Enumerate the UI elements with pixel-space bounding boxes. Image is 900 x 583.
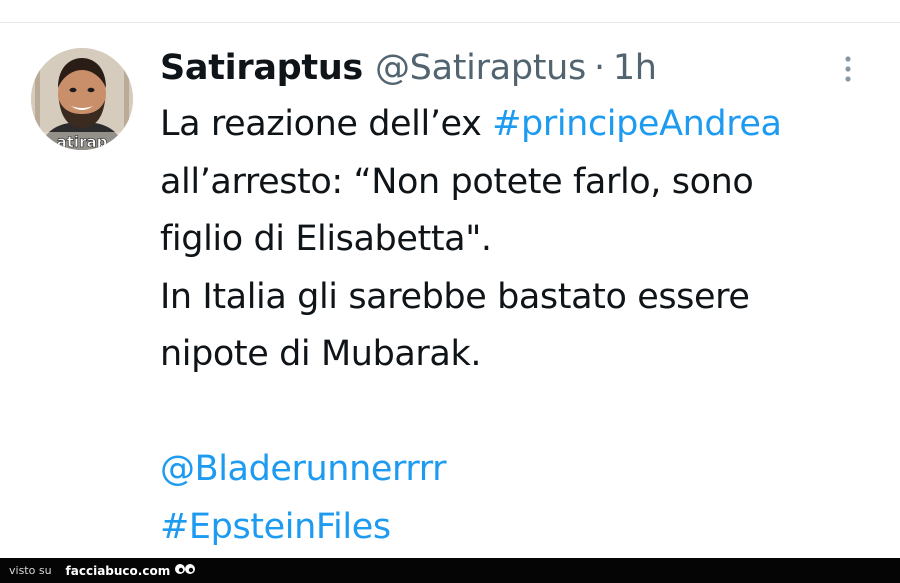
mention-bladerunner[interactable]: @Bladerunnerrrr	[160, 441, 880, 499]
avatar-logo-text: atirap	[57, 133, 108, 150]
tweet-time[interactable]: 1h	[613, 48, 657, 88]
avatar-image: atirap	[31, 48, 133, 150]
tweet-line-1: La reazione dell’ex #principeAndrea	[160, 96, 880, 154]
tweet-text: La reazione dell’ex #principeAndrea all’…	[160, 96, 880, 556]
tweet-line-2: all’arresto: “Non potete farlo, sono	[160, 161, 754, 202]
top-divider	[0, 22, 900, 23]
hashtag-principe-andrea[interactable]: #principeAndrea	[492, 104, 782, 144]
user-handle[interactable]: @Satiraptus	[375, 48, 586, 88]
tweet-line-5: nipote di Mubarak.	[160, 334, 482, 374]
watermark-site: facciabuco.com	[65, 563, 171, 578]
header-separator: ·	[593, 48, 605, 88]
hashtag-epstein-files[interactable]: #EpsteinFiles	[160, 499, 880, 557]
tweet-header: Satiraptus @Satiraptus · 1h	[160, 40, 657, 96]
avatar[interactable]: atirap	[31, 48, 133, 150]
tweet-line-1-text: La reazione dell’ex	[160, 104, 493, 144]
more-options-icon[interactable]	[838, 54, 858, 84]
display-name[interactable]: Satiraptus	[160, 48, 363, 88]
tweet-line-4: In Italia gli sarebbe bastato essere	[160, 276, 750, 317]
eyes-logo-icon	[174, 562, 196, 579]
watermark-visto: visto su	[9, 564, 52, 577]
watermark-bar: visto su facciabuco.com	[0, 558, 900, 583]
tweet-line-3: figlio di Elisabetta".	[160, 219, 492, 259]
